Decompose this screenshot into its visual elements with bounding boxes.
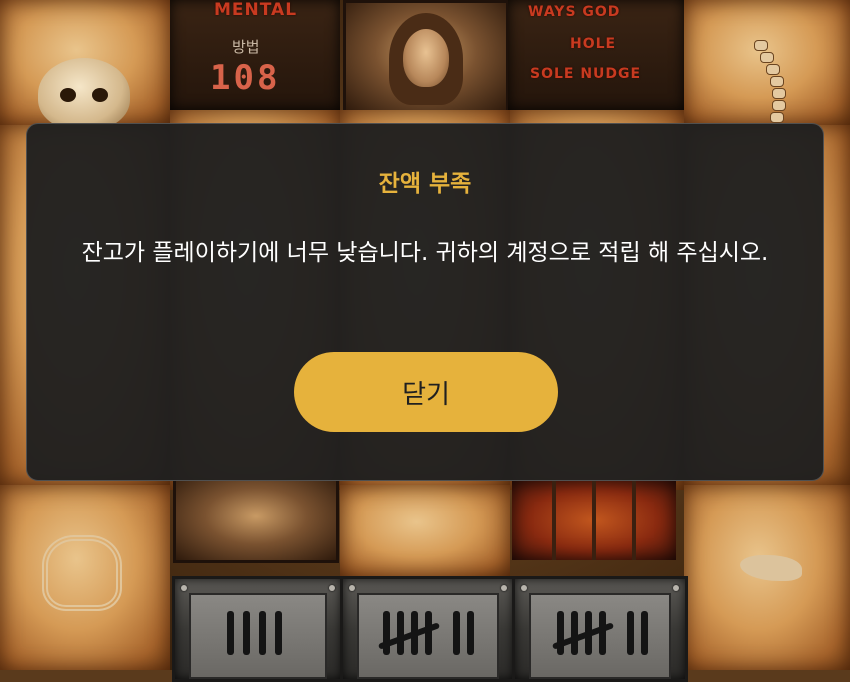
insufficient-balance-dialog: 잔액 부족 잔고가 플레이하기에 너무 낮습니다. 귀하의 계정으로 적립 해 … <box>26 123 824 481</box>
dialog-title: 잔액 부족 <box>378 171 472 197</box>
dialog-message: 잔고가 플레이하기에 너무 낮습니다. 귀하의 계정으로 적립 해 주십시오. <box>81 240 769 266</box>
modal-overlay: 잔액 부족 잔고가 플레이하기에 너무 낮습니다. 귀하의 계정으로 적립 해 … <box>0 0 850 670</box>
close-button[interactable]: 닫기 <box>294 352 558 432</box>
